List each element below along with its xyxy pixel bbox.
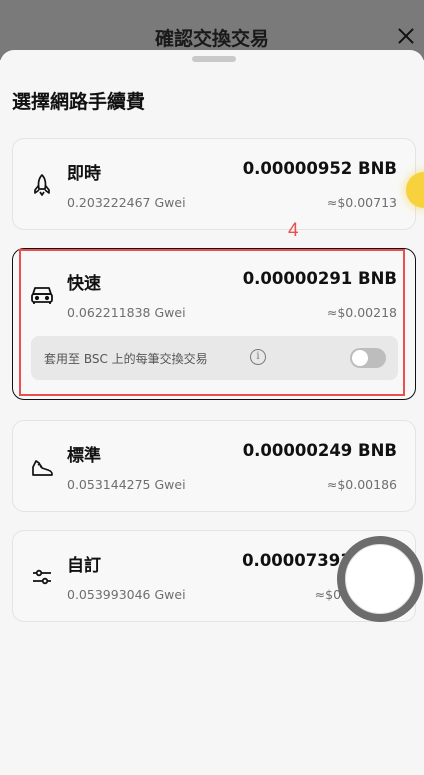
sheet-grabber[interactable] <box>192 56 236 62</box>
option-usd: ≈$0.00713 <box>326 195 397 210</box>
close-icon[interactable] <box>396 26 416 46</box>
rocket-icon <box>34 174 50 196</box>
option-amount: 0.00000952 BNB <box>242 159 397 178</box>
option-gwei: 0.053144275 Gwei <box>67 477 186 492</box>
option-name: 自訂 <box>67 556 101 576</box>
floating-button[interactable] <box>337 536 423 622</box>
option-name: 即時 <box>67 164 101 184</box>
option-amount: 0.00000249 BNB <box>242 441 397 460</box>
annotation-label: 4 <box>288 220 299 241</box>
fee-option-instant[interactable]: 即時 0.00000952 BNB 0.203222467 Gwei ≈$0.0… <box>12 138 416 230</box>
sneaker-icon <box>32 460 53 476</box>
option-usd: ≈$0.00186 <box>326 477 397 492</box>
option-gwei: 0.203222467 Gwei <box>67 195 186 210</box>
sliders-icon <box>33 569 51 585</box>
annotation-box <box>19 249 405 396</box>
floating-button-inner <box>345 544 415 614</box>
option-name: 標準 <box>67 446 101 466</box>
option-gwei: 0.053993046 Gwei <box>67 587 186 602</box>
sheet-title: 選擇網路手續費 <box>12 91 146 113</box>
page-title: 確認交換交易 <box>154 28 269 50</box>
fee-option-standard[interactable]: 標準 0.00000249 BNB 0.053144275 Gwei ≈$0.0… <box>12 420 416 512</box>
